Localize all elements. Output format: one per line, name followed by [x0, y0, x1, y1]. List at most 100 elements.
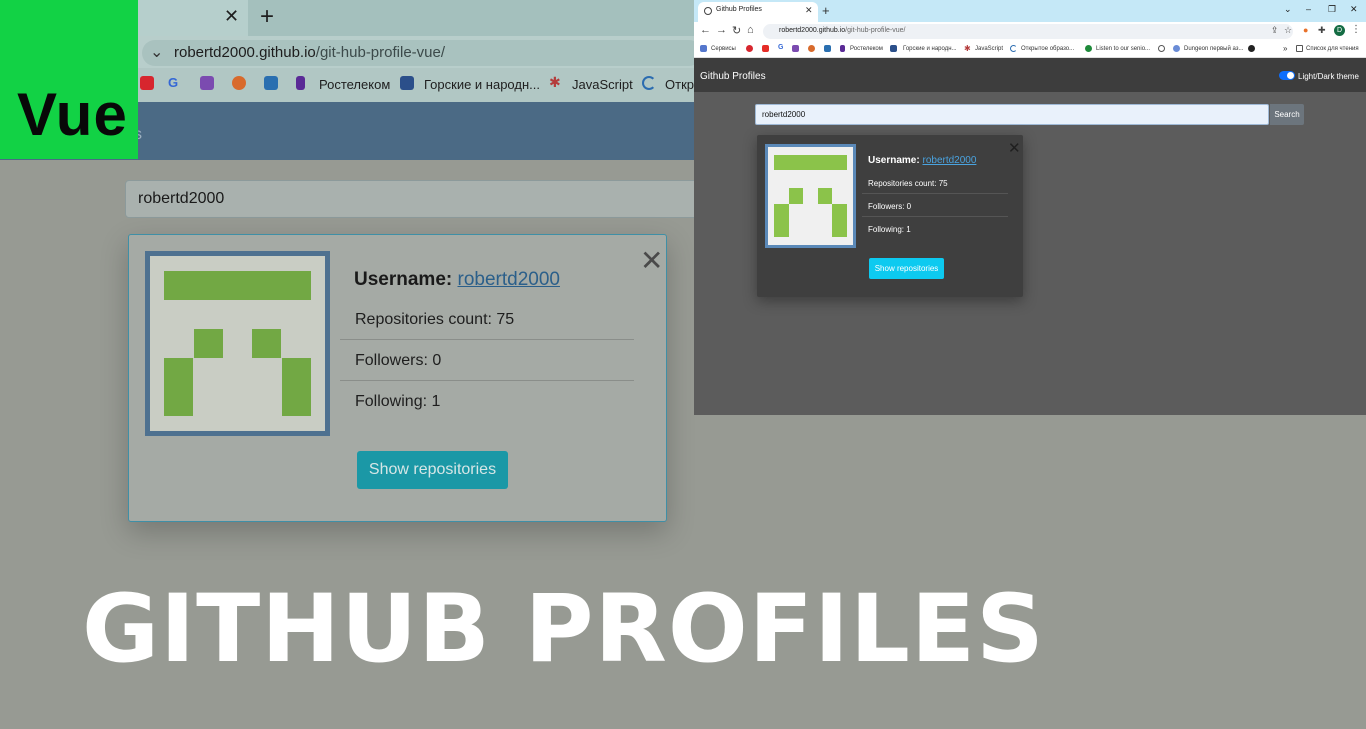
- close-icon[interactable]: ✕: [224, 6, 239, 27]
- bookmark-services[interactable]: Сервисы: [711, 46, 736, 52]
- mail-icon[interactable]: [264, 76, 278, 90]
- bookmark-icon[interactable]: ✱: [549, 74, 563, 90]
- url-path: /git-hub-profile-vue/: [845, 27, 906, 34]
- followers-count: Followers: 0: [355, 352, 442, 369]
- background-url[interactable]: robertd2000.github.io/git-hub-profile-vu…: [174, 44, 445, 61]
- reload-icon[interactable]: ↻: [732, 24, 741, 37]
- home-icon[interactable]: ⌂: [747, 24, 754, 36]
- url[interactable]: robertd2000.github.io/git-hub-profile-vu…: [779, 27, 905, 34]
- bookmark-icon[interactable]: [1085, 45, 1092, 52]
- divider: [862, 193, 1008, 194]
- theme-toggle-label: Light/Dark theme: [1298, 72, 1359, 81]
- bookmark-listen[interactable]: Listen to our senio...: [1096, 46, 1150, 52]
- bookmark-open-education[interactable]: Откр: [665, 77, 694, 92]
- tab-title: Github Profiles: [716, 6, 762, 13]
- close-icon[interactable]: ✕: [640, 247, 663, 275]
- plus-icon[interactable]: +: [822, 3, 830, 18]
- avatar: [765, 144, 856, 248]
- show-repositories-button[interactable]: Show repositories: [869, 258, 944, 279]
- bookmark-javascript[interactable]: JavaScript: [975, 46, 1003, 52]
- google-icon[interactable]: G: [778, 44, 785, 51]
- bookmark-icon[interactable]: [232, 76, 246, 90]
- more-bookmarks-icon[interactable]: »: [1283, 44, 1287, 53]
- username-label: Username:: [868, 155, 920, 166]
- following-count: Following: 1: [868, 225, 911, 234]
- apps-icon[interactable]: [700, 45, 707, 52]
- divider: [862, 216, 1008, 217]
- share-icon[interactable]: ⇪: [1271, 25, 1279, 36]
- youtube-icon[interactable]: [762, 45, 769, 52]
- bookmark-reading-list[interactable]: Список для чтения: [1306, 46, 1359, 52]
- rostelecom-icon[interactable]: [840, 45, 845, 52]
- menu-icon[interactable]: ⋮: [1351, 24, 1361, 35]
- followers-count: Followers: 0: [868, 202, 912, 211]
- bookmark-icon[interactable]: [1158, 45, 1165, 52]
- close-icon[interactable]: ✕: [1008, 141, 1021, 156]
- extensions-icon[interactable]: ✚: [1318, 25, 1326, 36]
- bookmark-rostelecom[interactable]: Ростелеком: [850, 46, 883, 52]
- bookmark-icon[interactable]: ✱: [964, 44, 971, 53]
- bookmark-gorskie[interactable]: Горские и народн...: [424, 77, 540, 92]
- url-path: /git-hub-profile-vue/: [315, 44, 446, 61]
- background-search-value: robertd2000: [138, 190, 225, 207]
- bookmark-icon[interactable]: [808, 45, 815, 52]
- bookmark-javascript[interactable]: JavaScript: [572, 77, 633, 92]
- repositories-count: Repositories count: 75: [868, 179, 948, 188]
- minimize-icon[interactable]: –: [1306, 4, 1311, 14]
- restore-icon[interactable]: ❐: [1328, 4, 1336, 15]
- bookmark-icon[interactable]: [1010, 45, 1017, 52]
- github-icon: [704, 7, 712, 15]
- username-line: Username: robertd2000: [354, 269, 560, 291]
- star-icon[interactable]: ☆: [1284, 25, 1292, 36]
- identicon-image: [774, 155, 847, 237]
- username-line: Username: robertd2000: [868, 155, 976, 166]
- chevron-down-icon[interactable]: ⌄: [1284, 4, 1292, 15]
- profile-avatar[interactable]: D: [1334, 25, 1345, 36]
- theme-toggle[interactable]: [1279, 71, 1295, 80]
- repositories-count: Repositories count: 75: [355, 311, 515, 328]
- divider: [340, 339, 634, 340]
- rostelecom-icon[interactable]: [296, 76, 305, 90]
- bookmark-icon[interactable]: [890, 45, 897, 52]
- mail-icon[interactable]: [824, 45, 831, 52]
- back-icon[interactable]: ←: [700, 24, 711, 36]
- url-host: robertd2000.github.io: [779, 27, 846, 34]
- username-link[interactable]: robertd2000: [458, 269, 560, 290]
- bookmark-open-education[interactable]: Открытое образо...: [1021, 46, 1074, 52]
- url-host: robertd2000.github.io: [174, 44, 316, 61]
- bookmark-icon[interactable]: [642, 76, 656, 90]
- twitch-icon[interactable]: [792, 45, 799, 52]
- github-icon[interactable]: [1248, 45, 1255, 52]
- bookmark-gorskie[interactable]: Горские и народн...: [903, 46, 957, 52]
- youtube-icon[interactable]: [140, 76, 154, 90]
- username-link[interactable]: robertd2000: [922, 155, 976, 166]
- app-navbar: [694, 58, 1366, 92]
- bookmark-dungeon[interactable]: Dungeon первый аз...: [1184, 46, 1243, 52]
- chevron-down-icon[interactable]: ⌄: [150, 42, 163, 62]
- google-icon[interactable]: G: [168, 75, 182, 90]
- username-label: Username:: [354, 269, 453, 290]
- close-icon[interactable]: ✕: [805, 5, 813, 16]
- reading-list-icon[interactable]: [1296, 45, 1303, 52]
- show-repositories-button[interactable]: Show repositories: [357, 451, 508, 489]
- navbar-brand[interactable]: Github Profiles: [700, 71, 766, 82]
- vue-badge-text: Vue: [17, 81, 128, 148]
- search-input[interactable]: [755, 104, 1269, 125]
- identicon-image: [164, 271, 311, 416]
- bookmark-icon[interactable]: [1173, 45, 1180, 52]
- avatar: [145, 251, 330, 436]
- close-window-icon[interactable]: ✕: [1350, 4, 1358, 15]
- page-title: GITHUB PROFILES: [82, 575, 1045, 684]
- divider: [340, 380, 634, 381]
- search-value: robertd2000: [762, 110, 806, 119]
- plus-icon[interactable]: +: [260, 3, 274, 31]
- bookmark-icon[interactable]: [400, 76, 414, 90]
- following-count: Following: 1: [355, 393, 441, 410]
- twitch-icon[interactable]: [200, 76, 214, 90]
- forward-icon[interactable]: →: [716, 24, 727, 36]
- bookmark-icon[interactable]: [746, 45, 753, 52]
- extension-fire-icon[interactable]: ●: [1303, 25, 1308, 35]
- foreground-browser-window: Github Profiles ✕ + ⌄ – ❐ ✕ ← → ↻ ⌂ robe…: [694, 0, 1366, 415]
- search-button[interactable]: Search: [1270, 104, 1304, 125]
- bookmark-rostelecom[interactable]: Ростелеком: [319, 77, 390, 92]
